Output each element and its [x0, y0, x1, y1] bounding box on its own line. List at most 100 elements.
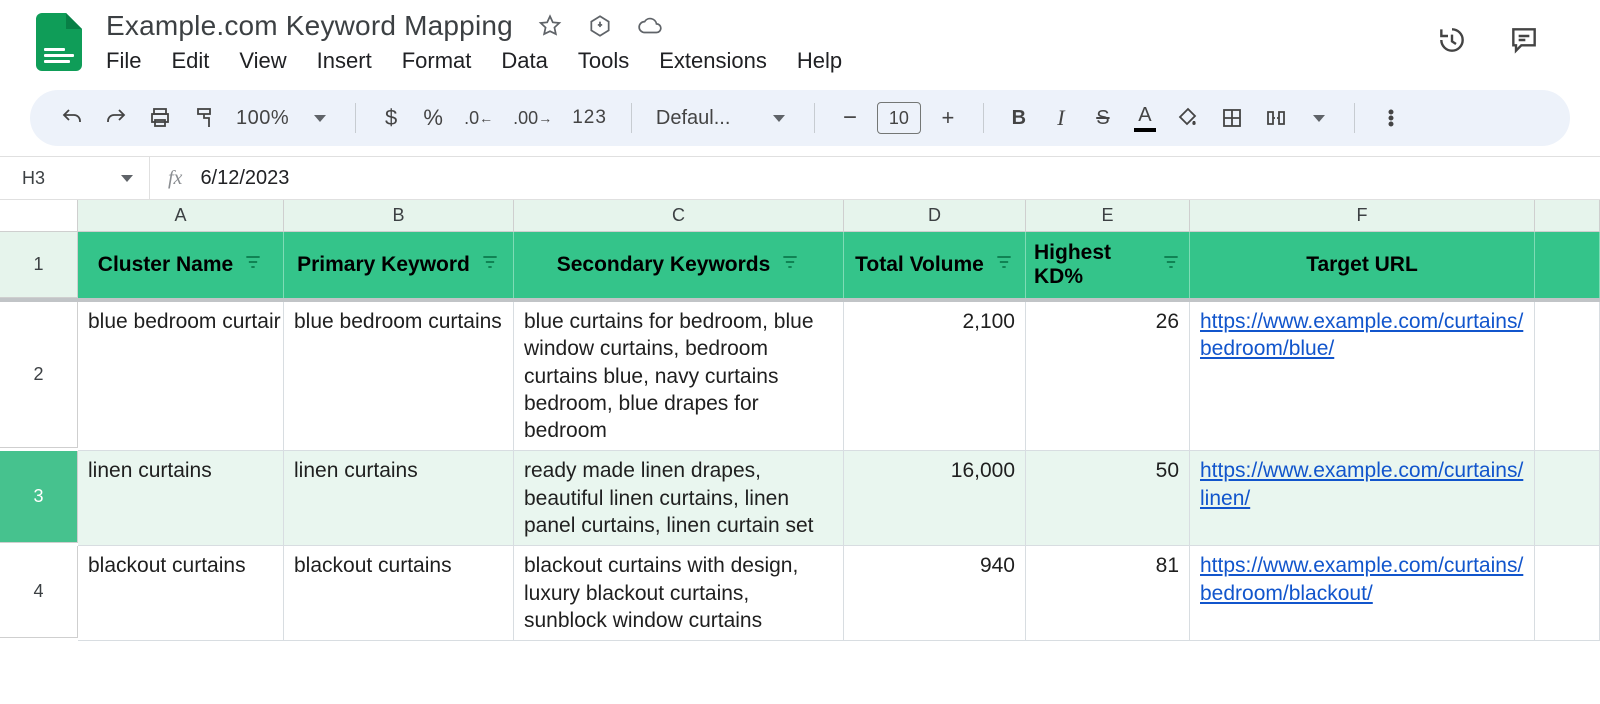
cell-b4[interactable]: blackout curtains	[284, 546, 514, 641]
redo-button[interactable]	[100, 100, 132, 136]
header-total-volume[interactable]: Total Volume	[844, 232, 1026, 298]
more-formats-button[interactable]: 123	[568, 100, 611, 136]
header-blank[interactable]	[1535, 232, 1600, 298]
col-header-c[interactable]: C	[514, 200, 844, 232]
history-icon[interactable]	[1436, 24, 1468, 61]
font-size-decrease-button[interactable]: −	[835, 100, 865, 136]
merge-dropdown-icon[interactable]	[1304, 100, 1334, 136]
link[interactable]: bedroom/blue/	[1200, 335, 1334, 362]
cell-d3[interactable]: 16,000	[844, 451, 1026, 546]
header-highest-kd[interactable]: Highest KD%	[1026, 232, 1190, 298]
document-title[interactable]: Example.com Keyword Mapping	[106, 10, 513, 42]
col-header-a[interactable]: A	[78, 200, 284, 232]
cloud-status-icon[interactable]	[637, 13, 663, 39]
merge-cells-button[interactable]	[1260, 100, 1292, 136]
cell-b3[interactable]: linen curtains	[284, 451, 514, 546]
filter-icon[interactable]	[1161, 252, 1181, 278]
cell-a2[interactable]: blue bedroom curtair	[78, 302, 284, 451]
comments-icon[interactable]	[1508, 24, 1540, 61]
cell-f3[interactable]: https://www.example.com/curtains/linen/	[1190, 451, 1535, 546]
borders-button[interactable]	[1216, 100, 1248, 136]
paint-format-button[interactable]	[188, 100, 220, 136]
col-header-b[interactable]: B	[284, 200, 514, 232]
zoom-select[interactable]: 100%	[232, 100, 293, 136]
header-secondary-keywords[interactable]: Secondary Keywords	[514, 232, 844, 298]
undo-button[interactable]	[56, 100, 88, 136]
move-icon[interactable]	[587, 13, 613, 39]
menu-extensions[interactable]: Extensions	[659, 48, 767, 74]
col-header-f[interactable]: F	[1190, 200, 1535, 232]
header-target-url[interactable]: Target URL	[1190, 232, 1535, 298]
star-icon[interactable]	[537, 13, 563, 39]
cell-a3[interactable]: linen curtains	[78, 451, 284, 546]
row-header-3[interactable]: 3	[0, 451, 78, 543]
filter-icon[interactable]	[994, 252, 1014, 278]
decrease-decimal-button[interactable]: .0←	[460, 100, 497, 136]
select-all-corner[interactable]	[0, 200, 78, 232]
row-header-4[interactable]: 4	[0, 546, 78, 638]
menu-insert[interactable]: Insert	[317, 48, 372, 74]
menu-edit[interactable]: Edit	[171, 48, 209, 74]
print-button[interactable]	[144, 100, 176, 136]
link[interactable]: https://www.example.com/curtains/	[1200, 457, 1523, 484]
cell-c2[interactable]: blue curtains for bedroom, blue window c…	[514, 302, 844, 451]
separator	[355, 103, 356, 133]
row-header-1[interactable]: 1	[0, 232, 78, 298]
filter-icon[interactable]	[243, 252, 263, 278]
format-currency-button[interactable]: $	[376, 100, 406, 136]
font-size-increase-button[interactable]: +	[933, 100, 963, 136]
menu-data[interactable]: Data	[501, 48, 547, 74]
cell-g3[interactable]	[1535, 451, 1600, 546]
link[interactable]: https://www.example.com/curtains/	[1200, 308, 1523, 335]
cell-f4[interactable]: https://www.example.com/curtains/bedroom…	[1190, 546, 1535, 641]
link[interactable]: linen/	[1200, 485, 1250, 512]
separator	[983, 103, 984, 133]
cell-b2[interactable]: blue bedroom curtains	[284, 302, 514, 451]
cell-e3[interactable]: 50	[1026, 451, 1190, 546]
filter-icon[interactable]	[480, 252, 500, 278]
more-toolbar-button[interactable]	[1375, 100, 1407, 136]
cell-d4[interactable]: 940	[844, 546, 1026, 641]
cell-a4[interactable]: blackout curtains	[78, 546, 284, 641]
row-header-2[interactable]: 2	[0, 302, 78, 448]
font-size-input[interactable]: 10	[877, 102, 921, 134]
cell-d2[interactable]: 2,100	[844, 302, 1026, 451]
header-cluster-name[interactable]: Cluster Name	[78, 232, 284, 298]
spreadsheet-grid[interactable]: A B C D E F 1 Cluster Name Primary Keywo…	[0, 200, 1600, 641]
cell-g4[interactable]	[1535, 546, 1600, 641]
menu-view[interactable]: View	[239, 48, 286, 74]
cell-g2[interactable]	[1535, 302, 1600, 451]
separator	[1354, 103, 1355, 133]
link[interactable]: bedroom/blackout/	[1200, 580, 1373, 607]
cell-c4[interactable]: blackout curtains with design, luxury bl…	[514, 546, 844, 641]
increase-decimal-button[interactable]: .00→	[509, 100, 556, 136]
font-dropdown-icon[interactable]	[764, 100, 794, 136]
col-header-g[interactable]	[1535, 200, 1600, 232]
link[interactable]: https://www.example.com/curtains/	[1200, 552, 1523, 579]
formula-input[interactable]: 6/12/2023	[200, 167, 289, 190]
cell-e4[interactable]: 81	[1026, 546, 1190, 641]
menu-help[interactable]: Help	[797, 48, 842, 74]
filter-icon[interactable]	[780, 252, 800, 278]
cell-f2[interactable]: https://www.example.com/curtains/bedroom…	[1190, 302, 1535, 451]
col-header-d[interactable]: D	[844, 200, 1026, 232]
menu-tools[interactable]: Tools	[578, 48, 629, 74]
font-family-select[interactable]: Defaul...	[652, 100, 752, 136]
fill-color-button[interactable]	[1172, 100, 1204, 136]
cell-c3[interactable]: ready made linen drapes, beautiful linen…	[514, 451, 844, 546]
zoom-dropdown-icon[interactable]	[305, 100, 335, 136]
menu-file[interactable]: File	[106, 48, 141, 74]
strikethrough-button[interactable]: S	[1088, 100, 1118, 136]
name-box[interactable]: H3	[0, 157, 150, 199]
col-header-e[interactable]: E	[1026, 200, 1190, 232]
text-color-button[interactable]: A	[1130, 100, 1160, 136]
italic-button[interactable]: I	[1046, 100, 1076, 136]
header-primary-keyword[interactable]: Primary Keyword	[284, 232, 514, 298]
name-box-dropdown-icon[interactable]	[121, 175, 133, 182]
sheets-logo[interactable]	[36, 13, 82, 71]
menu-format[interactable]: Format	[402, 48, 472, 74]
bold-button[interactable]: B	[1004, 100, 1034, 136]
separator	[814, 103, 815, 133]
format-percent-button[interactable]: %	[418, 100, 448, 136]
cell-e2[interactable]: 26	[1026, 302, 1190, 451]
